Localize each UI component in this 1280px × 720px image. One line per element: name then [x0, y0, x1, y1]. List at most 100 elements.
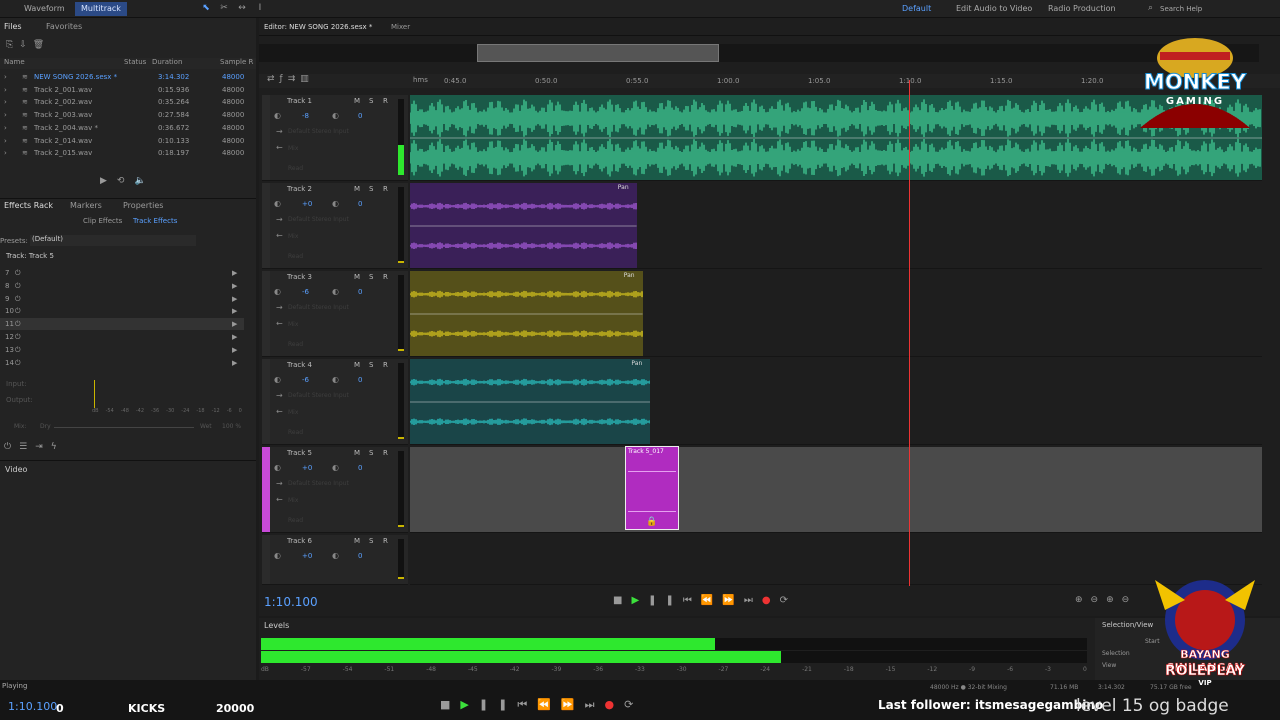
audio-clip[interactable]: Pan	[409, 359, 651, 444]
record-arm-button[interactable]: R	[383, 361, 388, 369]
power-icon[interactable]: ⏻	[15, 344, 21, 356]
slot-arrow-icon[interactable]: ▶	[232, 267, 237, 279]
input-select[interactable]: Default Stereo Input	[288, 392, 349, 399]
track-lane[interactable]: Pan	[409, 359, 1262, 445]
volume-icon[interactable]: 🔈	[134, 176, 155, 186]
expand-icon[interactable]: ›	[4, 84, 7, 96]
timeline-ruler[interactable]: hms 0:45.0 0:50.0 0:55.0 1:00.0 1:05.0 1:10.0…	[259, 74, 1280, 88]
pan-value[interactable]: 0	[358, 288, 362, 296]
volume-knob-icon[interactable]: ◐	[274, 111, 281, 120]
search-input[interactable]: Search Help	[1160, 2, 1270, 16]
workspace-radio-production[interactable]: Radio Production	[1042, 2, 1122, 16]
sends-icon[interactable]: ⇉	[288, 74, 301, 84]
move-tool-icon[interactable]: ⬉	[200, 3, 212, 13]
fx-select[interactable]: Mix	[288, 409, 298, 416]
col-duration[interactable]: Duration	[152, 58, 182, 66]
effect-slot[interactable]: 8 ⏻ ▶	[0, 280, 244, 292]
pause-icon[interactable]: ❚❚	[648, 595, 683, 606]
track-name[interactable]: Track 4	[287, 361, 312, 369]
track-lane[interactable]: Pan	[409, 183, 1262, 269]
status-stop-icon[interactable]: ■	[440, 698, 460, 711]
fx-select[interactable]: Mix	[288, 321, 298, 328]
import-icon[interactable]: ⇩	[19, 40, 33, 50]
slot-arrow-icon[interactable]: ▶	[232, 280, 237, 292]
effect-slot[interactable]: 12 ⏻ ▶	[0, 331, 244, 343]
file-row[interactable]: › ≋ Track 2_002.wav 0:35.264 48000	[0, 96, 250, 108]
volume-value[interactable]: +0	[302, 552, 312, 560]
automation-mode[interactable]: Read	[288, 429, 303, 436]
mute-button[interactable]: M	[354, 97, 360, 105]
col-status[interactable]: Status	[124, 58, 146, 66]
volume-knob-icon[interactable]: ◐	[274, 199, 281, 208]
razor-tool-icon[interactable]: ✂	[218, 3, 230, 13]
expand-icon[interactable]: ›	[4, 147, 7, 159]
volume-knob-icon[interactable]: ◐	[274, 375, 281, 384]
input-select[interactable]: Default Stereo Input	[288, 480, 349, 487]
expand-icon[interactable]: ›	[4, 109, 7, 121]
file-row[interactable]: › ≋ Track 2_004.wav * 0:36.672 48000	[0, 122, 250, 134]
tab-favorites[interactable]: Favorites	[46, 22, 82, 31]
track-name[interactable]: Track 3	[287, 273, 312, 281]
pan-envelope-label[interactable]: Pan	[631, 360, 642, 367]
automation-mode[interactable]: Read	[288, 253, 303, 260]
pan-envelope-label[interactable]: Pan	[618, 184, 629, 191]
tab-effects-rack[interactable]: Effects Rack	[4, 201, 53, 210]
time-selection-icon[interactable]: I	[254, 3, 266, 13]
fx-icon[interactable]: ƒ	[280, 74, 288, 84]
mute-button[interactable]: M	[354, 361, 360, 369]
snap-icon[interactable]: ⇄	[267, 74, 280, 84]
track-lane[interactable]	[410, 447, 1262, 533]
status-forward-end-icon[interactable]: ⏭	[585, 698, 605, 712]
mute-button[interactable]: M	[354, 537, 360, 545]
file-row[interactable]: › ≋ Track 2_014.wav 0:10.133 48000	[0, 135, 250, 147]
mute-button[interactable]: M	[354, 449, 360, 457]
solo-button[interactable]: S	[369, 273, 373, 281]
eq-icon[interactable]: ▥	[300, 74, 314, 84]
pan-envelope-label[interactable]: Pan	[624, 272, 635, 279]
lightning-icon[interactable]: ϟ	[51, 442, 65, 452]
track-name[interactable]: Track 1	[287, 97, 312, 105]
play-icon[interactable]: ▶	[631, 595, 648, 606]
fx-select[interactable]: Mix	[288, 233, 298, 240]
time-display[interactable]: 1:10.100	[264, 595, 318, 609]
record-arm-button[interactable]: R	[383, 537, 388, 545]
fx-select[interactable]: Mix	[288, 497, 298, 504]
pan-value[interactable]: 0	[358, 376, 362, 384]
solo-button[interactable]: S	[369, 361, 373, 369]
pan-value[interactable]: 0	[358, 112, 362, 120]
tab-multitrack[interactable]: Multitrack	[75, 2, 127, 16]
file-row[interactable]: › ≋ Track 2_015.wav 0:18.197 48000	[0, 147, 250, 159]
record-arm-button[interactable]: R	[383, 273, 388, 281]
input-select[interactable]: Default Stereo Input	[288, 304, 349, 311]
effect-slot[interactable]: 14 ⏻ ▶	[0, 357, 244, 369]
zoom-navigator[interactable]	[477, 44, 719, 62]
status-record-icon[interactable]: ●	[605, 698, 625, 711]
insert-icon[interactable]: ⇥	[35, 442, 51, 452]
tab-files[interactable]: Files	[4, 22, 22, 31]
col-name[interactable]: Name	[4, 58, 25, 66]
delete-icon[interactable]: 🗑	[33, 40, 50, 50]
slot-arrow-icon[interactable]: ▶	[232, 293, 237, 305]
status-pause-icon[interactable]: ❚❚	[479, 698, 517, 711]
status-loop-icon[interactable]: ⟳	[624, 698, 643, 711]
volume-value[interactable]: -6	[302, 376, 309, 384]
track-name[interactable]: Track 6	[287, 537, 312, 545]
solo-button[interactable]: S	[369, 185, 373, 193]
track-lane[interactable]	[410, 535, 1262, 585]
effect-slot[interactable]: 7 ⏻ ▶	[0, 267, 244, 279]
input-select[interactable]: Default Stereo Input	[288, 128, 349, 135]
effect-slot[interactable]: 13 ⏻ ▶	[0, 344, 244, 356]
pan-knob-icon[interactable]: ◐	[332, 111, 339, 120]
stop-icon[interactable]: ■	[613, 595, 631, 606]
mix-slider[interactable]	[54, 427, 194, 428]
track-lane[interactable]: Pan	[409, 271, 1262, 357]
volume-value[interactable]: +0	[302, 200, 312, 208]
track-name[interactable]: Track 5	[287, 449, 312, 457]
slot-arrow-icon[interactable]: ▶	[232, 357, 237, 369]
zoom-in-amplitude-icon[interactable]: ⊕	[1075, 595, 1091, 605]
slot-arrow-icon[interactable]: ▶	[232, 305, 237, 317]
automation-mode[interactable]: Read	[288, 341, 303, 348]
power-icon[interactable]: ⏻	[15, 318, 21, 330]
pan-value[interactable]: 0	[358, 200, 362, 208]
record-icon[interactable]: ●	[762, 595, 780, 606]
